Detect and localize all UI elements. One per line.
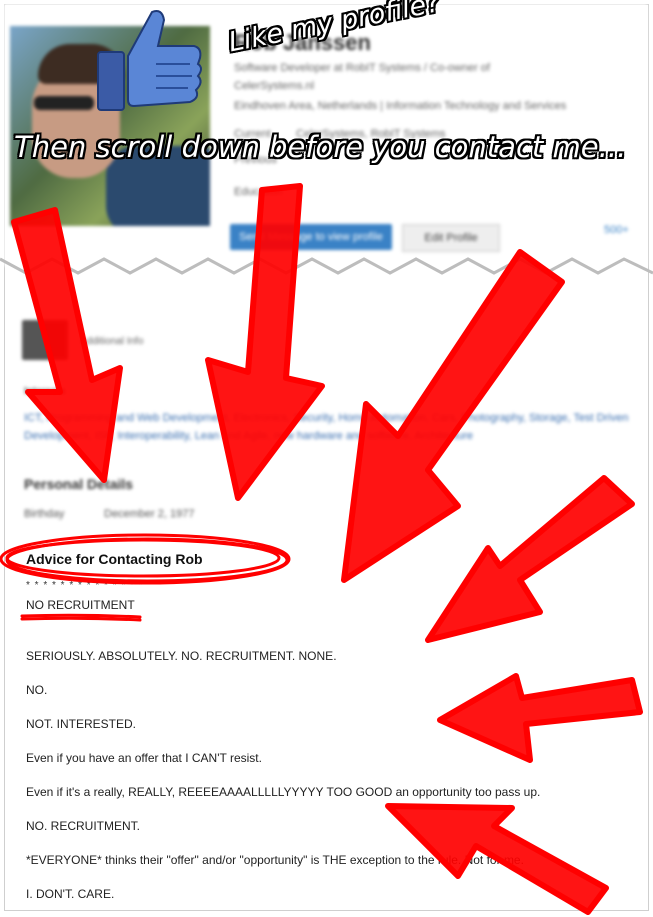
- education-label: Education: [234, 186, 283, 198]
- connections-count[interactable]: 500+: [604, 224, 629, 236]
- advice-title: Advice for Contacting Rob: [26, 551, 203, 567]
- interests-links-1[interactable]: ICT, Programming and Web Development, El…: [24, 412, 628, 424]
- profile-page: Rob Janssen Software Developer at RobIT …: [0, 0, 653, 917]
- birthday-label: Birthday: [24, 508, 65, 520]
- tear-divider: [0, 257, 653, 275]
- profile-headline-2: CelerSystems.nl: [234, 80, 315, 92]
- advice-line: NO. RECRUITMENT.: [26, 819, 140, 833]
- interests-label: Interests: [24, 386, 66, 397]
- advice-line: Even if you have an offer that I CAN'T r…: [26, 751, 262, 765]
- section-icon: [22, 320, 68, 360]
- advice-section: Advice for Contacting Rob * * * * * * * …: [0, 540, 653, 917]
- section-badge: Additional Info: [80, 336, 144, 347]
- advice-line: NO.: [26, 683, 48, 697]
- advice-line: SERIOUSLY. ABSOLUTELY. NO. RECRUITMENT. …: [26, 649, 337, 663]
- personal-details-heading: Personal Details: [24, 476, 133, 492]
- advice-line: NOT. INTERESTED.: [26, 717, 137, 731]
- profile-location: Eindhoven Area, Netherlands | Informatio…: [234, 100, 567, 112]
- advice-line: NO RECRUITMENT: [26, 598, 135, 612]
- advice-line: *EVERYONE* thinks their "offer" and/or "…: [26, 853, 524, 867]
- stars-divider: * * * * * * * * * * * * * *: [26, 580, 144, 591]
- middle-section: Additional Info Interests ICT, Programmi…: [0, 290, 653, 530]
- scroll-caption: Then scroll down before you contact me..…: [14, 130, 627, 164]
- thumbs-up-icon: [97, 10, 202, 111]
- profile-headline: Software Developer at RobIT Systems / Co…: [234, 62, 490, 74]
- interests-links-2[interactable]: Development, ISP, Interoperability, Lean…: [24, 430, 473, 442]
- advice-line: I. DON'T. CARE.: [26, 887, 115, 901]
- birthday-value: December 2, 1977: [104, 508, 195, 520]
- advice-line: Even if it's a really, REALLY, REEEEAAAA…: [26, 785, 541, 799]
